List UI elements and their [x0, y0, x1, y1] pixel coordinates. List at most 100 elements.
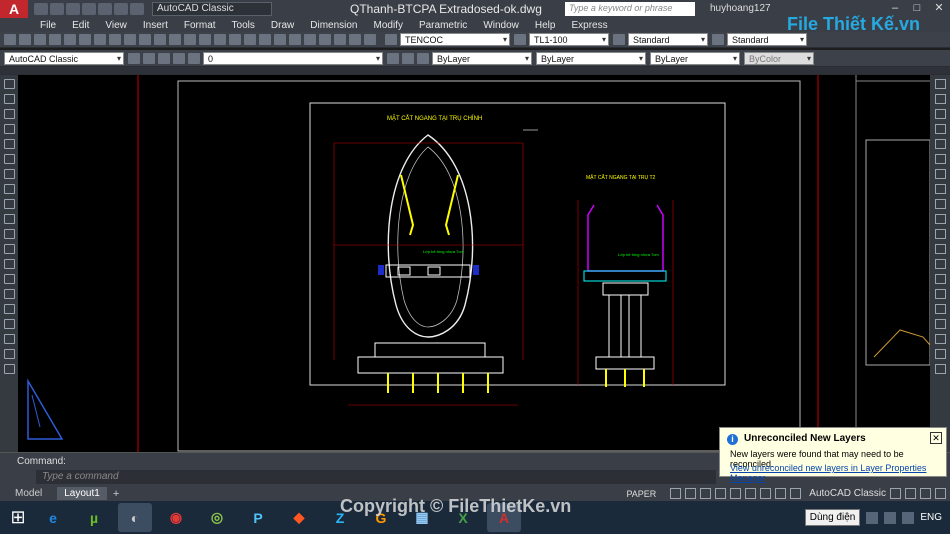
rotate-icon[interactable] [934, 169, 946, 179]
menu-dimension[interactable]: Dimension [302, 20, 365, 31]
zoom-window-icon[interactable] [244, 34, 256, 45]
ellipse-arc-icon[interactable] [3, 229, 15, 239]
mleader-style-select[interactable]: Standard [727, 33, 807, 46]
paper-space-toggle[interactable]: PAPER [626, 489, 656, 499]
draworder-back-icon[interactable] [934, 364, 946, 374]
stretch-icon[interactable] [934, 199, 946, 209]
osnap-icon[interactable] [730, 488, 742, 499]
selection-cycling-icon[interactable] [760, 488, 772, 499]
notification-link[interactable]: View unreconciled new layers in Layer Pr… [730, 463, 946, 483]
table-style-select[interactable]: Standard [628, 33, 708, 46]
tab-model[interactable]: Model [8, 487, 49, 500]
sync-app-icon[interactable]: ◎ [200, 503, 234, 532]
move-icon[interactable] [934, 154, 946, 164]
open-file-icon[interactable] [50, 3, 64, 15]
lock-icon[interactable] [188, 52, 200, 64]
lineweight-select[interactable]: ByLayer [650, 51, 740, 65]
markup-icon[interactable] [334, 34, 346, 45]
explode-icon[interactable] [934, 319, 946, 329]
gradient-icon[interactable] [3, 304, 15, 314]
dim-style-icon[interactable] [514, 34, 526, 45]
undo-icon[interactable] [114, 3, 128, 15]
foxit-icon[interactable]: ◆ [282, 503, 316, 532]
close-notification-icon[interactable]: ✕ [930, 432, 942, 444]
insert-block-icon[interactable] [3, 244, 15, 254]
menu-file[interactable]: File [32, 20, 64, 31]
properties-icon[interactable] [274, 34, 286, 45]
save-as-icon[interactable] [82, 3, 96, 15]
menu-edit[interactable]: Edit [64, 20, 97, 31]
fillet-icon[interactable] [934, 289, 946, 299]
offset-icon[interactable] [934, 124, 946, 134]
layer-select[interactable]: 0 [203, 51, 383, 65]
isolate-icon[interactable] [890, 488, 901, 499]
save-icon[interactable] [66, 3, 80, 15]
polar-icon[interactable] [715, 488, 727, 499]
redo-icon[interactable] [199, 34, 211, 45]
user-account[interactable]: huyhoang127 [710, 3, 771, 14]
polygon-icon[interactable] [3, 124, 15, 134]
polyline-icon[interactable] [3, 109, 15, 119]
make-current-icon[interactable] [387, 52, 399, 64]
lightbulb-icon[interactable] [158, 52, 170, 64]
trim-icon[interactable] [934, 214, 946, 224]
text-style-select[interactable]: TENCOC [400, 33, 510, 46]
tray-app-icon[interactable] [866, 511, 879, 524]
array-icon[interactable] [934, 139, 946, 149]
scale-icon[interactable] [934, 184, 946, 194]
draworder-front-icon[interactable] [934, 349, 946, 359]
arc-icon[interactable] [3, 154, 15, 164]
make-block-icon[interactable] [3, 259, 15, 269]
extend-icon[interactable] [934, 229, 946, 239]
annotation-scale-icon[interactable] [775, 488, 787, 499]
lineweight-icon[interactable] [745, 488, 757, 499]
point-icon[interactable] [3, 274, 15, 284]
design-center-icon[interactable] [289, 34, 301, 45]
tab-layout1[interactable]: Layout1 [57, 487, 107, 500]
input-language[interactable]: ENG [920, 512, 942, 523]
new-file-icon[interactable] [34, 3, 48, 15]
erase-icon[interactable] [934, 79, 946, 89]
construction-line-icon[interactable] [3, 94, 15, 104]
rectangle-icon[interactable] [3, 139, 15, 149]
hatch-icon[interactable] [3, 289, 15, 299]
windows-start-icon[interactable]: ⊞ [0, 501, 36, 534]
join-icon[interactable] [934, 259, 946, 269]
circle-icon[interactable] [3, 169, 15, 179]
undo-icon[interactable] [184, 34, 196, 45]
open-icon[interactable] [19, 34, 31, 45]
dim-style-select[interactable]: TL1-100 [529, 33, 609, 46]
close-icon[interactable]: ✕ [928, 0, 950, 16]
tray-volume-icon[interactable] [902, 511, 915, 524]
help-icon[interactable] [364, 34, 376, 45]
sheet-set-icon[interactable] [319, 34, 331, 45]
zoom-previous-icon[interactable] [259, 34, 271, 45]
menu-parametric[interactable]: Parametric [411, 20, 475, 31]
add-layout-icon[interactable]: + [113, 488, 119, 500]
hardware-accel-icon[interactable] [905, 488, 916, 499]
cloud-icon[interactable] [49, 34, 61, 45]
menu-tools[interactable]: Tools [224, 20, 263, 31]
tool-palettes-icon[interactable] [304, 34, 316, 45]
mirror-icon[interactable] [934, 109, 946, 119]
workspace-gear-icon[interactable] [790, 488, 802, 499]
new-icon[interactable] [4, 34, 16, 45]
ie-icon[interactable]: e [36, 503, 70, 532]
sun-icon[interactable] [173, 52, 185, 64]
block-editor-icon[interactable] [169, 34, 181, 45]
add-selected-icon[interactable] [3, 364, 15, 374]
paste-icon[interactable] [139, 34, 151, 45]
workspace-switcher[interactable]: AutoCAD Classic [152, 2, 272, 16]
print-icon[interactable] [98, 3, 112, 15]
search-input[interactable]: Type a keyword or phrase [565, 2, 695, 16]
layer-properties-icon[interactable] [143, 52, 155, 64]
blend-icon[interactable] [934, 304, 946, 314]
draworder-icon[interactable] [934, 334, 946, 344]
plotstyle-select[interactable]: ByColor [744, 51, 814, 65]
chrome-icon[interactable]: ◉ [159, 503, 193, 532]
calculator-icon[interactable] [349, 34, 361, 45]
preview-icon[interactable] [79, 34, 91, 45]
save-icon[interactable] [34, 34, 46, 45]
redo-icon[interactable] [130, 3, 144, 15]
p-app-icon[interactable]: P [241, 503, 275, 532]
